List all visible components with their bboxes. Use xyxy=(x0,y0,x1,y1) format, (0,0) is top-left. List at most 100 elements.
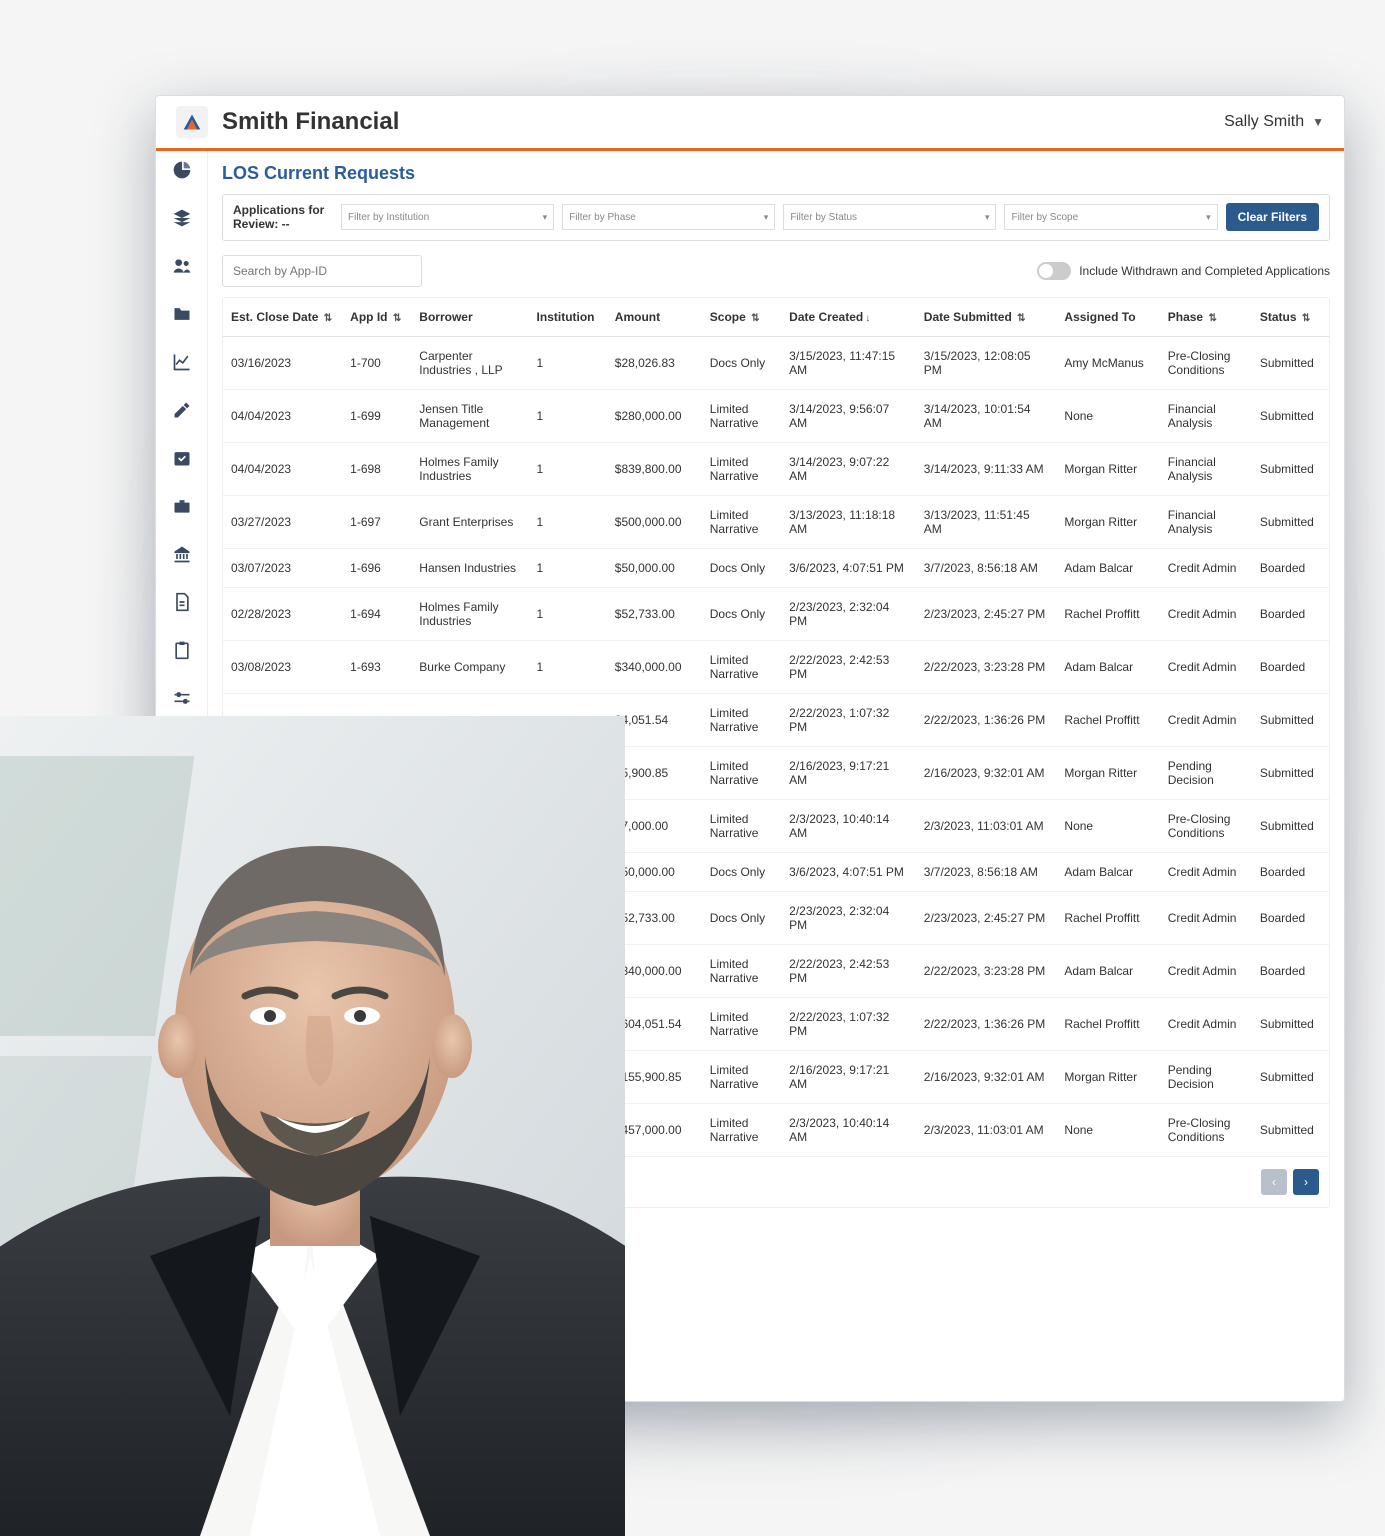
include-withdrawn-toggle[interactable] xyxy=(1037,262,1071,280)
cell-created: 3/14/2023, 9:07:22 AM xyxy=(781,442,916,495)
cell-borrower: Burke Company xyxy=(411,640,528,693)
cell-created: 3/6/2023, 4:07:51 PM xyxy=(781,548,916,587)
caret-down-icon: ▼ xyxy=(1312,115,1324,129)
cell-phase: Credit Admin xyxy=(1160,587,1252,640)
cell-phase: Pending Decision xyxy=(1160,1050,1252,1103)
cell-scope: Docs Only xyxy=(702,587,781,640)
user-menu[interactable]: Sally Smith ▼ xyxy=(1224,113,1324,131)
chart-line-icon[interactable] xyxy=(171,351,193,373)
col-assigned[interactable]: Assigned To xyxy=(1056,298,1159,337)
cell-close: 03/08/2023 xyxy=(223,640,342,693)
cell-status: Submitted xyxy=(1252,389,1329,442)
cell-submitted: 2/22/2023, 1:36:26 PM xyxy=(916,997,1057,1050)
table-row[interactable]: 03/16/20231-700Carpenter Industries , LL… xyxy=(223,336,1329,389)
cell-close: 04/04/2023 xyxy=(223,442,342,495)
cell-created: 2/16/2023, 9:17:21 AM xyxy=(781,1050,916,1103)
chevron-down-icon: ▾ xyxy=(543,212,548,223)
table-row[interactable]: 02/28/20231-694Holmes Family Industries1… xyxy=(223,587,1329,640)
cell-close: 03/16/2023 xyxy=(223,336,342,389)
cell-status: Submitted xyxy=(1252,336,1329,389)
cell-phase: Credit Admin xyxy=(1160,548,1252,587)
cell-assigned: Adam Balcar xyxy=(1056,548,1159,587)
cell-submitted: 3/13/2023, 11:51:45 AM xyxy=(916,495,1057,548)
cell-phase: Pre-Closing Conditions xyxy=(1160,336,1252,389)
cell-appid: 1-696 xyxy=(342,548,411,587)
table-row[interactable]: 03/07/20231-696Hansen Industries1$50,000… xyxy=(223,548,1329,587)
filter-scope[interactable]: Filter by Scope▾ xyxy=(1004,204,1217,230)
cell-borrower: Holmes Family Industries xyxy=(411,442,528,495)
table-row[interactable]: 04/04/20231-699Jensen Title Management1$… xyxy=(223,389,1329,442)
clear-filters-button[interactable]: Clear Filters xyxy=(1226,203,1319,231)
sort-icon: ⇅ xyxy=(393,313,401,324)
cell-scope: Limited Narrative xyxy=(702,997,781,1050)
cell-status: Boarded xyxy=(1252,891,1329,944)
cell-created: 3/15/2023, 11:47:15 AM xyxy=(781,336,916,389)
filter-phase[interactable]: Filter by Phase▾ xyxy=(562,204,775,230)
cell-appid: 1-694 xyxy=(342,587,411,640)
document-icon[interactable] xyxy=(171,591,193,613)
cell-submitted: 3/7/2023, 8:56:18 AM xyxy=(916,852,1057,891)
table-row[interactable]: 03/08/20231-693Burke Company1$340,000.00… xyxy=(223,640,1329,693)
col-amount[interactable]: Amount xyxy=(607,298,702,337)
cell-institution: 1 xyxy=(529,442,607,495)
col-borrower[interactable]: Borrower xyxy=(411,298,528,337)
cell-created: 2/22/2023, 2:42:53 PM xyxy=(781,640,916,693)
cell-created: 2/3/2023, 10:40:14 AM xyxy=(781,1103,916,1156)
pager-prev-button[interactable]: ‹ xyxy=(1261,1169,1287,1195)
cell-submitted: 2/16/2023, 9:32:01 AM xyxy=(916,746,1057,799)
users-icon[interactable] xyxy=(171,255,193,277)
brand-name: Smith Financial xyxy=(222,108,399,136)
cell-borrower: Grant Enterprises xyxy=(411,495,528,548)
bank-icon[interactable] xyxy=(171,543,193,565)
top-bar: Smith Financial Sally Smith ▼ xyxy=(156,96,1344,151)
cell-assigned: Morgan Ritter xyxy=(1056,1050,1159,1103)
cell-close: 03/07/2023 xyxy=(223,548,342,587)
table-row[interactable]: 04/04/20231-698Holmes Family Industries1… xyxy=(223,442,1329,495)
col-submitted[interactable]: Date Submitted ⇅ xyxy=(916,298,1057,337)
cell-scope: Limited Narrative xyxy=(702,693,781,746)
briefcase-icon[interactable] xyxy=(171,495,193,517)
settings-icon[interactable] xyxy=(171,687,193,709)
col-scope[interactable]: Scope ⇅ xyxy=(702,298,781,337)
cell-institution: 1 xyxy=(529,640,607,693)
cell-assigned: Rachel Proffitt xyxy=(1056,587,1159,640)
cell-scope: Docs Only xyxy=(702,852,781,891)
cell-status: Submitted xyxy=(1252,799,1329,852)
filter-institution[interactable]: Filter by Institution▾ xyxy=(341,204,554,230)
cell-institution: 1 xyxy=(529,548,607,587)
clipboard-icon[interactable] xyxy=(171,639,193,661)
sort-icon: ⇅ xyxy=(1017,313,1025,324)
cell-appid: 1-698 xyxy=(342,442,411,495)
pager-next-button[interactable]: › xyxy=(1293,1169,1319,1195)
col-institution[interactable]: Institution xyxy=(529,298,607,337)
cell-status: Boarded xyxy=(1252,944,1329,997)
search-input[interactable] xyxy=(222,255,422,287)
sort-icon: ⇅ xyxy=(751,313,759,324)
edit-icon[interactable] xyxy=(171,399,193,421)
col-appid[interactable]: App Id ⇅ xyxy=(342,298,411,337)
cell-submitted: 3/15/2023, 12:08:05 PM xyxy=(916,336,1057,389)
cell-submitted: 3/14/2023, 9:11:33 AM xyxy=(916,442,1057,495)
calendar-check-icon[interactable] xyxy=(171,447,193,469)
col-status[interactable]: Status ⇅ xyxy=(1252,298,1329,337)
col-phase[interactable]: Phase ⇅ xyxy=(1160,298,1252,337)
cell-assigned: Adam Balcar xyxy=(1056,852,1159,891)
cell-status: Submitted xyxy=(1252,997,1329,1050)
cell-status: Submitted xyxy=(1252,693,1329,746)
filter-status[interactable]: Filter by Status▾ xyxy=(783,204,996,230)
cell-scope: Docs Only xyxy=(702,336,781,389)
folder-icon[interactable] xyxy=(171,303,193,325)
cell-appid: 1-700 xyxy=(342,336,411,389)
chevron-down-icon: ▾ xyxy=(985,212,990,223)
cell-assigned: None xyxy=(1056,389,1159,442)
pie-chart-icon[interactable] xyxy=(171,159,193,181)
col-created[interactable]: Date Created↓ xyxy=(781,298,916,337)
cell-assigned: Morgan Ritter xyxy=(1056,746,1159,799)
col-close[interactable]: Est. Close Date ⇅ xyxy=(223,298,342,337)
cell-created: 2/22/2023, 2:42:53 PM xyxy=(781,944,916,997)
cell-amount: $52,733.00 xyxy=(607,587,702,640)
table-row[interactable]: 03/27/20231-697Grant Enterprises1$500,00… xyxy=(223,495,1329,548)
layers-icon[interactable] xyxy=(171,207,193,229)
cell-scope: Limited Narrative xyxy=(702,746,781,799)
cell-phase: Pending Decision xyxy=(1160,746,1252,799)
